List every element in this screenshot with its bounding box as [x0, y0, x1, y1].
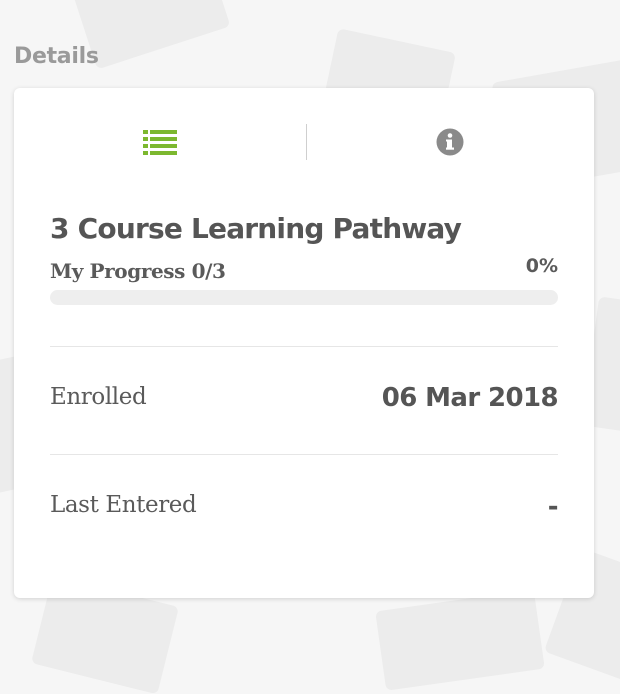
tab-pathway-list[interactable]	[130, 124, 190, 160]
progress-percent: 0%	[525, 255, 558, 277]
info-icon	[436, 128, 464, 156]
tab-info[interactable]	[420, 124, 480, 160]
last-entered-value: -	[547, 492, 559, 522]
list-icon	[143, 130, 177, 155]
last-entered-label: Last Entered	[50, 492, 197, 518]
section-title: Details	[14, 44, 99, 69]
tab-divider	[306, 124, 307, 160]
divider	[50, 346, 558, 347]
enrolled-date: 06 Mar 2018	[381, 383, 559, 413]
progress-label: My Progress 0/3	[50, 259, 226, 283]
details-tabs	[14, 88, 594, 198]
details-card: 3 Course Learning Pathway My Progress 0/…	[14, 88, 594, 598]
background-pattern-shape	[375, 589, 545, 691]
progress-bar	[50, 290, 558, 305]
pathway-title: 3 Course Learning Pathway	[50, 212, 462, 245]
enrolled-label: Enrolled	[50, 384, 147, 410]
divider	[50, 454, 558, 455]
